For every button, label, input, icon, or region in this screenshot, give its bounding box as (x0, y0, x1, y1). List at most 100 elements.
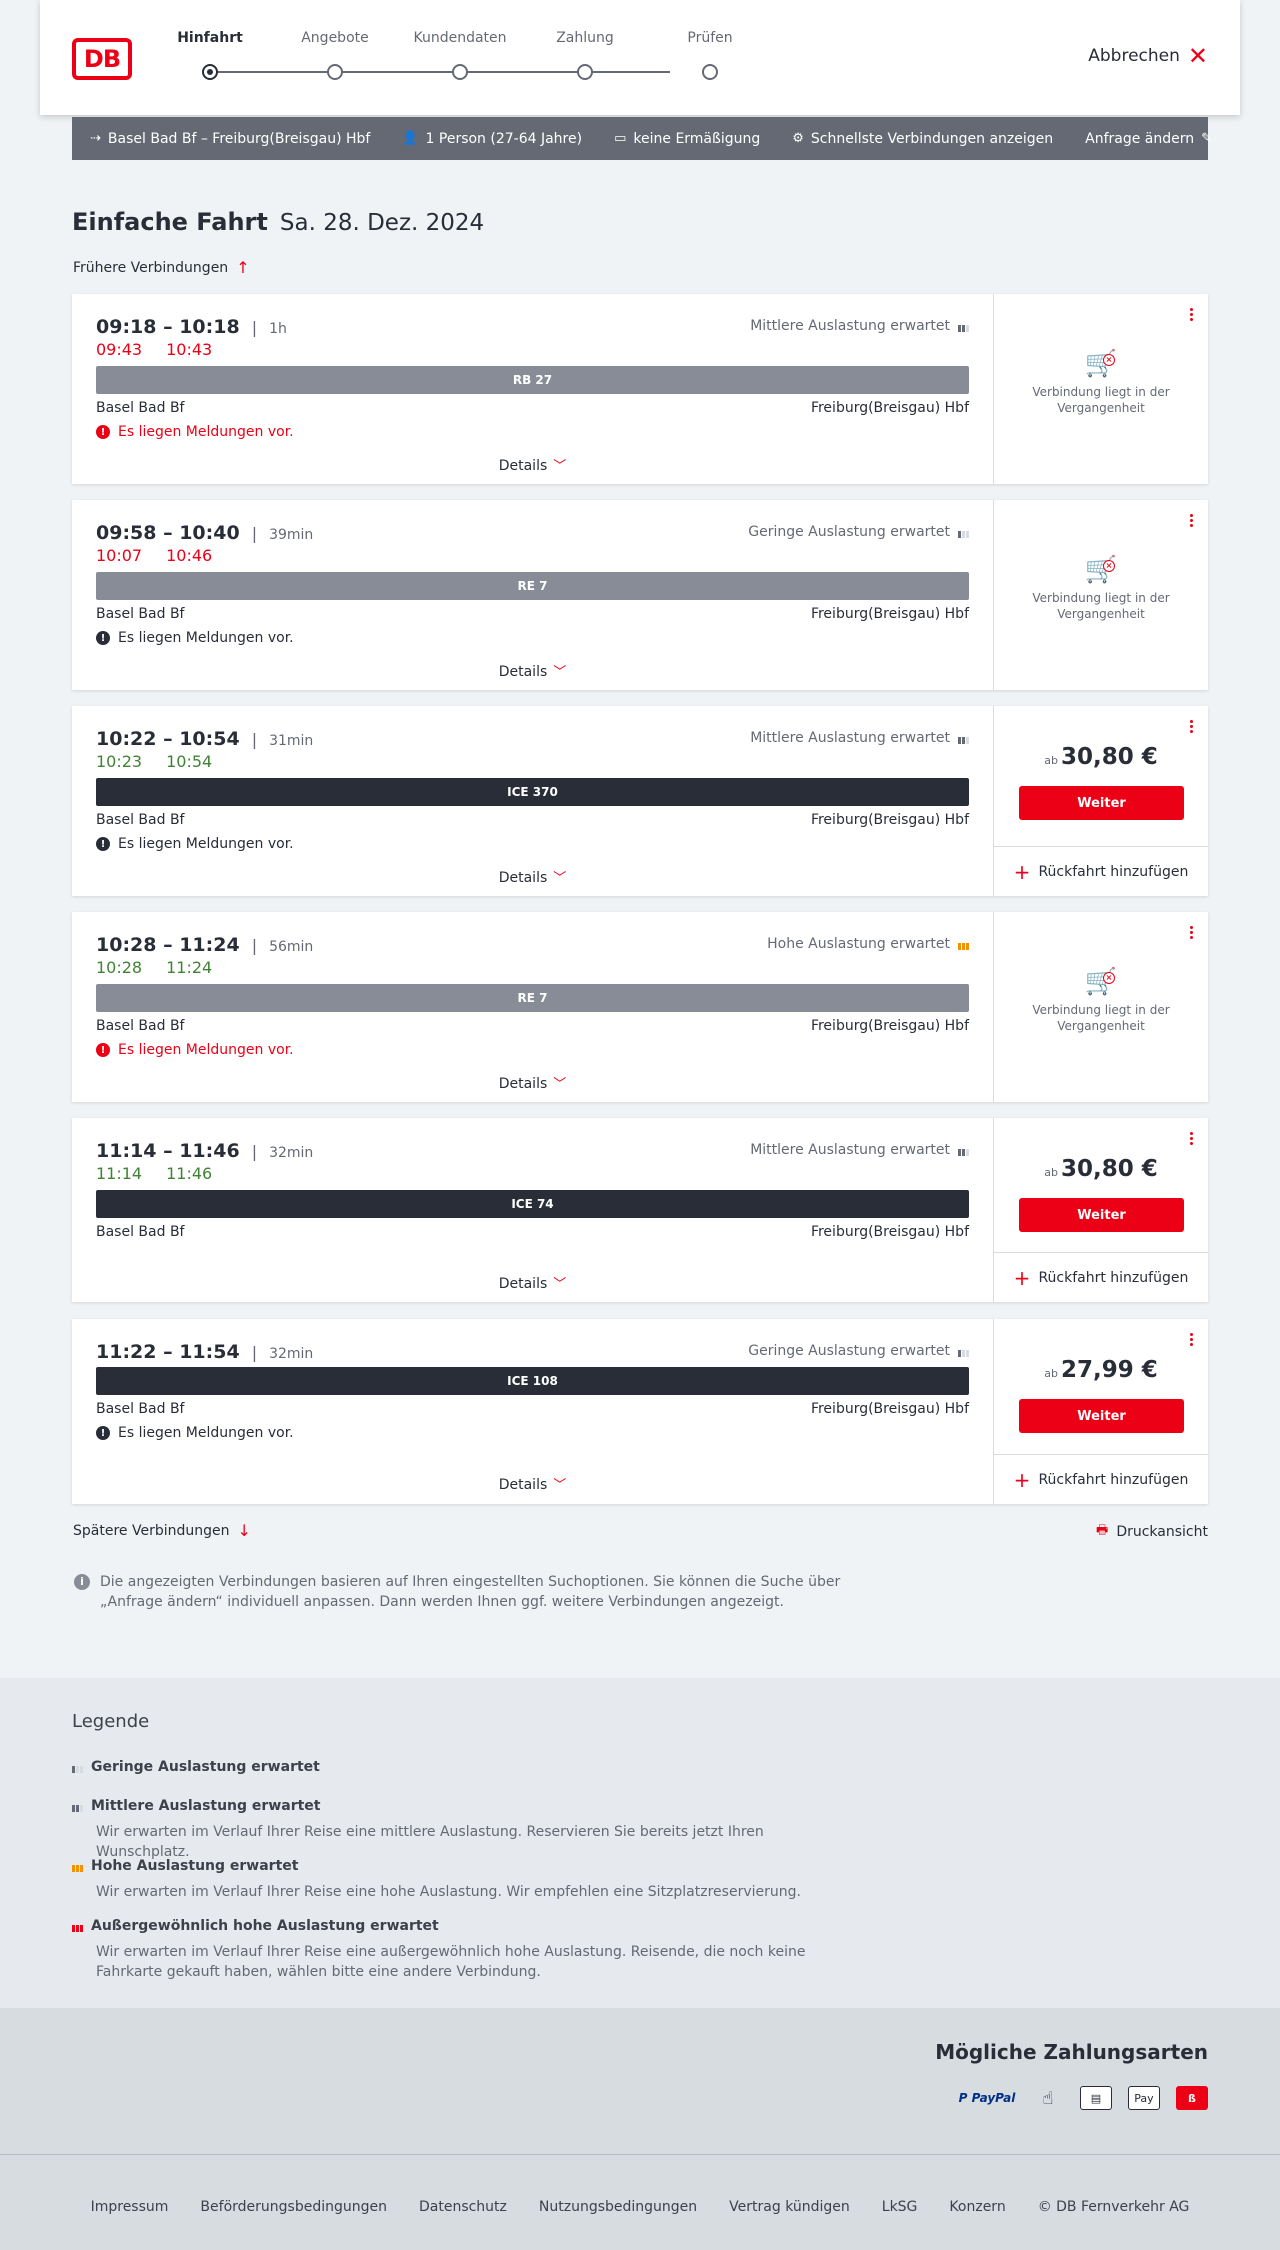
step-label: Angebote (301, 30, 369, 46)
past-connection-notice: 🛒 × Verbindung liegt in der Vergangenheit (994, 967, 1208, 1034)
add-return-button[interactable]: + Rückfahrt hinzufügen (994, 1454, 1208, 1504)
later-connections-link[interactable]: Spätere Verbindungen ↓ (73, 1521, 251, 1540)
realtime-arrival: 11:24 (166, 958, 213, 977)
realtime-departure: 10:07 (96, 546, 143, 565)
train-bar[interactable]: RE 7 (96, 984, 969, 1012)
planned-times: 11:14 – 11:46 (96, 1140, 240, 1162)
print-view-link[interactable]: 🖶 Druckansicht (1096, 1521, 1208, 1543)
occupancy-indicator[interactable]: Hohe Auslastung erwartet (767, 936, 969, 952)
message-notice[interactable]: ! Es liegen Meldungen vor. (96, 1042, 294, 1058)
footer-link-konzern[interactable]: Konzern (949, 2199, 1005, 2215)
train-bar[interactable]: ICE 108 (96, 1367, 969, 1395)
details-toggle[interactable]: Details ﹀ (72, 1474, 993, 1493)
details-toggle[interactable]: Details ﹀ (72, 867, 993, 886)
occupancy-bar (966, 943, 969, 950)
train-bar[interactable]: RB 27 (96, 366, 969, 394)
details-label: Details (498, 1276, 548, 1292)
more-options-icon[interactable] (1188, 1132, 1194, 1145)
details-toggle[interactable]: Details ﹀ (72, 1073, 993, 1092)
planned-times: 10:22 – 10:54 (96, 728, 240, 750)
details-label: Details (498, 870, 548, 886)
departure-station: Basel Bad Bf (96, 606, 185, 622)
footer-link-befoerderung[interactable]: Beförderungsbedingungen (200, 2199, 387, 2215)
plus-icon: + (1013, 1467, 1031, 1492)
details-label: Details (498, 458, 548, 474)
fastest-filter[interactable]: ⚙ Schnellste Verbindungen anzeigen (792, 131, 1053, 147)
message-notice[interactable]: ! Es liegen Meldungen vor. (96, 424, 294, 440)
occupancy-text: Mittlere Auslastung erwartet (750, 730, 950, 746)
price-value: 27,99 € (1060, 1357, 1158, 1383)
occupancy-indicator[interactable]: Mittlere Auslastung erwartet (750, 1142, 969, 1158)
more-options-icon[interactable] (1188, 514, 1194, 527)
train-bar[interactable]: ICE 74 (96, 1190, 969, 1218)
legend-title: Legende (72, 1711, 150, 1732)
sliders-icon: ⚙ (792, 131, 804, 146)
continue-button[interactable]: Weiter (1019, 1198, 1184, 1232)
add-return-button[interactable]: + Rückfahrt hinzufügen (994, 1252, 1208, 1302)
step-label: Hinfahrt (177, 30, 243, 46)
stations: Basel Bad Bf Freiburg(Breisgau) Hbf (96, 1401, 969, 1417)
message-notice[interactable]: ! Es liegen Meldungen vor. (96, 1425, 294, 1441)
details-toggle[interactable]: Details ﹀ (72, 455, 993, 474)
separator: | (251, 524, 258, 543)
occupancy-indicator[interactable]: Mittlere Auslastung erwartet (750, 318, 969, 334)
duration: 56min (269, 939, 314, 955)
more-options-icon[interactable] (1188, 1333, 1194, 1346)
message-text: Es liegen Meldungen vor. (118, 424, 294, 440)
arrival-station: Freiburg(Breisgau) Hbf (810, 1401, 969, 1417)
earlier-connections-link[interactable]: Frühere Verbindungen ↑ (73, 258, 250, 277)
details-toggle[interactable]: Details ﹀ (72, 661, 993, 680)
occupancy-bar (966, 1350, 969, 1357)
realtime-arrival: 10:54 (166, 752, 213, 771)
footer-link-lksg[interactable]: LkSG (882, 2199, 918, 2215)
train-name: ICE 108 (507, 1374, 558, 1388)
add-return-label: Rückfahrt hinzufügen (1038, 1471, 1189, 1488)
price-value: 30,80 € (1060, 1156, 1158, 1182)
footer-link-impressum[interactable]: Impressum (91, 2199, 169, 2215)
price-value: 30,80 € (1060, 744, 1158, 770)
payment-section: Mögliche Zahlungsarten P PayPal ☝ ▤ Pay … (0, 2008, 1280, 2154)
apple-pay-icon: Pay (1128, 2086, 1160, 2110)
step-label: Prüfen (687, 30, 733, 46)
cancel-button[interactable]: Abbrechen ✕ (1088, 44, 1208, 68)
legend-desc: Wir erwarten im Verlauf Ihrer Reise eine… (96, 1884, 801, 1900)
step-kundendaten: Kundendaten (410, 30, 510, 80)
paypal-icon: P PayPal (958, 2091, 1016, 2105)
occupancy-bar (958, 1350, 961, 1357)
cart-unavailable-icon: 🛒 × (1084, 967, 1118, 997)
details-toggle[interactable]: Details ﹀ (72, 1273, 993, 1292)
departure-station: Basel Bad Bf (96, 400, 185, 416)
db-logo[interactable]: DB (72, 38, 132, 80)
message-text: Es liegen Meldungen vor. (118, 630, 294, 646)
edit-query-button[interactable]: Anfrage ändern ✎ (1085, 131, 1212, 147)
planned-times: 10:28 – 11:24 (96, 934, 240, 956)
legend-desc: Wir erwarten im Verlauf Ihrer Reise eine… (96, 1824, 764, 1860)
arrival-station: Freiburg(Breisgau) Hbf (810, 606, 969, 622)
arrow-right-icon: ⇢ (90, 131, 101, 146)
connection-offer: 🛒 × Verbindung liegt in der Vergangenheit (994, 294, 1208, 484)
passenger-text: 1 Person (27-64 Jahre) (425, 130, 583, 147)
connection-info: 10:22 – 10:54 | 31min 10:23 10:54 Mittlere Au… (72, 706, 994, 896)
details-label: Details (498, 1076, 548, 1092)
train-bar[interactable]: ICE 370 (96, 778, 969, 806)
step-dot (327, 64, 343, 80)
more-options-icon[interactable] (1188, 720, 1194, 733)
add-return-button[interactable]: + Rückfahrt hinzufügen (994, 846, 1208, 896)
continue-button[interactable]: Weiter (1019, 1399, 1184, 1433)
message-notice[interactable]: ! Es liegen Meldungen vor. (96, 630, 294, 646)
occupancy-indicator[interactable]: Geringe Auslastung erwartet (748, 524, 969, 540)
message-notice[interactable]: ! Es liegen Meldungen vor. (96, 836, 294, 852)
train-bar[interactable]: RE 7 (96, 572, 969, 600)
earlier-label: Frühere Verbindungen (73, 259, 229, 276)
occupancy-indicator[interactable]: Geringe Auslastung erwartet (748, 1343, 969, 1359)
footer-link-kuendigen[interactable]: Vertrag kündigen (729, 2199, 850, 2215)
occupancy-icon (958, 732, 969, 744)
footer-link-nutzung[interactable]: Nutzungsbedingungen (539, 2199, 697, 2215)
more-options-icon[interactable] (1188, 308, 1194, 321)
continue-button[interactable]: Weiter (1019, 786, 1184, 820)
occupancy-indicator[interactable]: Mittlere Auslastung erwartet (750, 730, 969, 746)
plus-icon: + (1013, 859, 1031, 884)
more-options-icon[interactable] (1188, 926, 1194, 939)
footer-link-datenschutz[interactable]: Datenschutz (419, 2199, 507, 2215)
arrival-station: Freiburg(Breisgau) Hbf (810, 1018, 969, 1034)
